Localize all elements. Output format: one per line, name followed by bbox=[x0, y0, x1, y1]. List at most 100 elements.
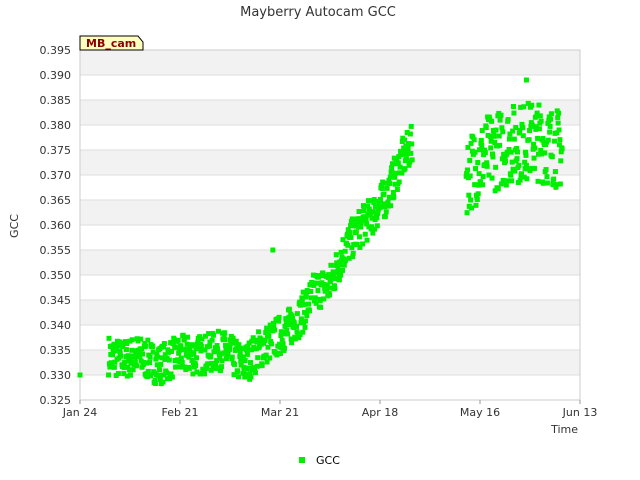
data-point bbox=[138, 336, 144, 342]
data-point bbox=[364, 237, 370, 243]
data-point bbox=[77, 372, 83, 378]
data-point bbox=[259, 363, 265, 369]
data-point bbox=[523, 77, 529, 83]
data-point bbox=[356, 208, 362, 214]
data-point bbox=[526, 137, 532, 143]
data-point bbox=[333, 252, 339, 258]
data-point bbox=[544, 180, 550, 186]
data-point bbox=[179, 360, 185, 366]
data-point bbox=[318, 304, 324, 310]
data-point bbox=[143, 343, 149, 349]
data-point bbox=[500, 129, 506, 135]
data-point bbox=[557, 181, 563, 187]
data-point bbox=[495, 186, 501, 192]
data-point bbox=[184, 341, 190, 347]
x-tick-label: Jan 24 bbox=[62, 406, 97, 419]
data-point bbox=[475, 191, 481, 197]
data-point bbox=[381, 191, 387, 197]
data-point bbox=[529, 102, 535, 108]
data-point bbox=[209, 337, 215, 343]
data-point bbox=[467, 173, 473, 179]
data-point bbox=[409, 141, 415, 147]
data-point bbox=[382, 213, 388, 219]
data-point bbox=[388, 203, 394, 209]
data-point bbox=[535, 135, 541, 141]
data-point bbox=[106, 335, 112, 341]
data-point bbox=[147, 360, 153, 366]
data-point bbox=[511, 110, 517, 116]
data-point bbox=[107, 364, 113, 370]
data-point bbox=[276, 314, 282, 320]
data-point bbox=[374, 215, 380, 221]
data-point bbox=[286, 306, 292, 312]
data-point bbox=[208, 353, 214, 359]
data-point bbox=[123, 347, 129, 353]
data-point bbox=[111, 364, 117, 370]
data-point bbox=[484, 163, 490, 169]
data-point bbox=[342, 248, 348, 254]
data-point bbox=[520, 125, 526, 131]
data-point bbox=[363, 216, 369, 222]
data-point bbox=[301, 302, 307, 308]
data-point bbox=[502, 158, 508, 164]
data-point bbox=[235, 374, 241, 380]
data-point bbox=[270, 247, 276, 253]
data-point bbox=[285, 331, 291, 337]
data-point bbox=[532, 145, 538, 151]
x-tick-label: Apr 18 bbox=[362, 406, 399, 419]
y-tick-label: 0.345 bbox=[40, 294, 72, 307]
data-point bbox=[483, 125, 489, 131]
data-point bbox=[362, 231, 368, 237]
data-point bbox=[478, 137, 484, 143]
data-point bbox=[545, 137, 551, 143]
data-point bbox=[498, 112, 504, 118]
data-point bbox=[480, 174, 486, 180]
data-point bbox=[166, 357, 172, 363]
data-point bbox=[515, 149, 520, 155]
data-point bbox=[479, 143, 485, 149]
data-point bbox=[501, 178, 507, 184]
data-point bbox=[267, 355, 273, 361]
x-tick-label: May 16 bbox=[460, 406, 500, 419]
data-point bbox=[558, 158, 564, 164]
data-point bbox=[468, 197, 474, 203]
legend-swatch bbox=[299, 457, 305, 463]
data-point bbox=[471, 137, 477, 143]
data-point bbox=[384, 185, 390, 191]
data-point bbox=[521, 104, 527, 110]
data-point bbox=[254, 363, 260, 369]
data-point bbox=[482, 150, 488, 156]
data-point bbox=[464, 210, 470, 216]
data-point bbox=[350, 250, 356, 256]
data-point bbox=[371, 197, 377, 203]
data-point bbox=[353, 229, 359, 235]
plot-band bbox=[80, 250, 580, 275]
data-point bbox=[312, 295, 318, 301]
data-point bbox=[229, 354, 235, 360]
y-tick-label: 0.350 bbox=[40, 269, 72, 282]
data-point bbox=[158, 361, 164, 367]
data-point bbox=[473, 202, 479, 208]
data-point bbox=[520, 133, 526, 139]
x-axis-ticks: Jan 24 Feb 21 Mar 21 Apr 18 May 16 Jun 13 bbox=[62, 400, 597, 419]
data-point bbox=[469, 205, 475, 211]
data-point bbox=[256, 329, 262, 335]
data-point bbox=[556, 127, 562, 133]
data-point bbox=[145, 337, 151, 343]
data-point bbox=[465, 167, 470, 173]
data-point bbox=[544, 174, 550, 180]
data-point bbox=[360, 241, 366, 247]
plot-band bbox=[80, 200, 580, 225]
data-point bbox=[524, 176, 530, 182]
data-point bbox=[266, 333, 272, 339]
data-point bbox=[391, 194, 397, 200]
data-point bbox=[219, 358, 225, 364]
data-point bbox=[178, 355, 184, 361]
data-point bbox=[271, 322, 277, 328]
data-point bbox=[536, 126, 542, 132]
data-point bbox=[302, 318, 308, 324]
plot-band bbox=[80, 50, 580, 75]
data-point bbox=[537, 113, 543, 119]
data-point bbox=[269, 341, 275, 347]
data-point bbox=[156, 367, 162, 373]
